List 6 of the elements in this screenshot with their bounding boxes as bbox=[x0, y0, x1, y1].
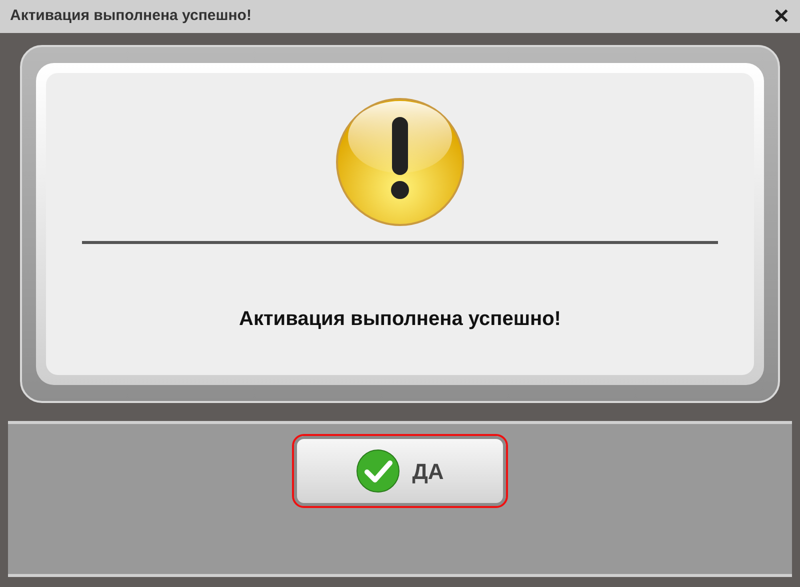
warning-icon bbox=[335, 97, 465, 227]
close-button[interactable]: ✕ bbox=[771, 6, 792, 26]
message-text: Активация выполнена успешно! bbox=[239, 307, 561, 332]
yes-button[interactable]: ДА bbox=[294, 436, 506, 506]
window-title: Активация выполнена успешно! bbox=[10, 6, 252, 26]
check-icon bbox=[356, 449, 400, 493]
